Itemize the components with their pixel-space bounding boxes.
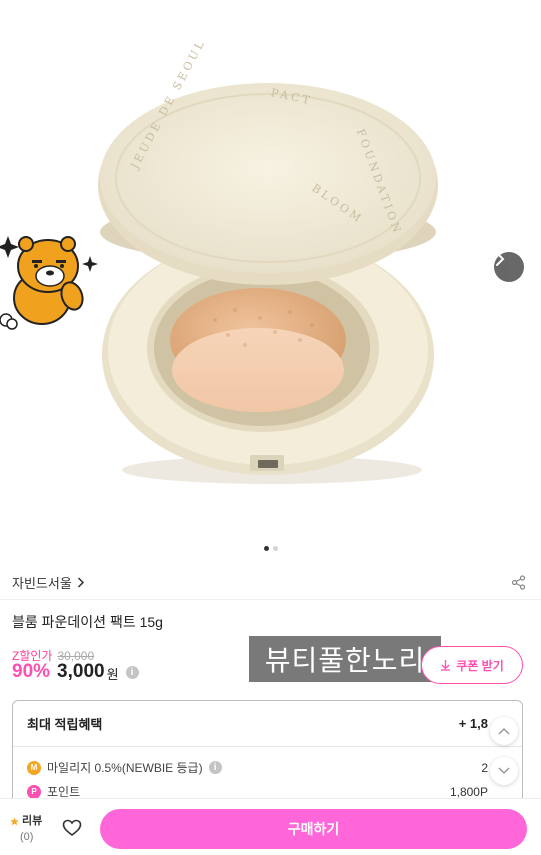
discount-rate: 90% xyxy=(12,661,51,682)
pagination-dot-active[interactable] xyxy=(263,546,269,551)
review-count: (0) xyxy=(20,831,34,843)
scroll-down-button[interactable] xyxy=(490,757,518,785)
info-icon[interactable]: i xyxy=(208,761,222,774)
wishlist-button[interactable] xyxy=(62,818,82,838)
scroll-up-button[interactable] xyxy=(490,717,518,745)
currency-unit: 원 xyxy=(106,667,119,682)
buy-button[interactable]: 구매하기 xyxy=(100,809,527,849)
pagination-dot[interactable] xyxy=(272,546,278,551)
watermark: 뷰티풀한노리 xyxy=(249,636,441,682)
bottom-action-bar: 리뷰 (0) 구매하기 xyxy=(0,798,541,855)
benefit-row-label: 마일리지 0.5%(NEWBIE 등급) xyxy=(47,761,203,775)
review-button[interactable]: 리뷰 (0) xyxy=(10,813,52,845)
benefit-title: 최대 적립혜택 xyxy=(27,717,103,732)
chevron-up-icon xyxy=(498,727,510,735)
coupon-button[interactable]: 쿠폰 받기 xyxy=(421,646,523,684)
chevron-right-icon xyxy=(496,252,505,266)
benefit-header[interactable]: 최대 적립혜택 + 1,8 xyxy=(13,701,522,747)
benefit-total: + 1,8 xyxy=(458,716,488,731)
chevron-down-icon xyxy=(498,767,510,775)
next-image-button[interactable] xyxy=(494,252,524,282)
product-image-gallery[interactable]: JEUDE DE SEOUL BLOOM FOUNDATION PACT xyxy=(0,0,541,560)
point-badge-icon: P xyxy=(27,784,41,799)
benefit-row-value: 2 xyxy=(481,761,488,775)
share-button[interactable] xyxy=(509,574,527,592)
mileage-badge-icon: M xyxy=(27,760,41,775)
price-row: 90% 3,000 원 i xyxy=(12,660,139,684)
benefit-row-mileage: M 마일리지 0.5%(NEWBIE 등급) i xyxy=(27,759,222,776)
download-icon xyxy=(441,660,451,671)
sale-price: 3,000 xyxy=(57,661,105,682)
benefit-row-value: 1,800P xyxy=(449,785,488,799)
product-title: 블룸 파운데이션 팩트 15g xyxy=(12,614,163,630)
brand-name: 자빈드서울 xyxy=(12,576,72,591)
brand-row: 자빈드서울 xyxy=(0,566,541,600)
coupon-label: 쿠폰 받기 xyxy=(456,658,504,673)
share-icon xyxy=(511,575,525,590)
character-sticker xyxy=(0,236,98,330)
brand-link[interactable]: 자빈드서울 xyxy=(12,573,85,592)
info-icon[interactable]: i xyxy=(125,665,139,679)
star-icon xyxy=(10,816,19,825)
chevron-right-icon xyxy=(77,577,84,588)
benefit-box: 최대 적립혜택 + 1,8 M 마일리지 0.5%(NEWBIE 등급) i 2… xyxy=(12,700,523,810)
heart-icon xyxy=(62,819,82,837)
gallery-pagination xyxy=(0,546,541,551)
review-label: 리뷰 xyxy=(22,815,43,827)
